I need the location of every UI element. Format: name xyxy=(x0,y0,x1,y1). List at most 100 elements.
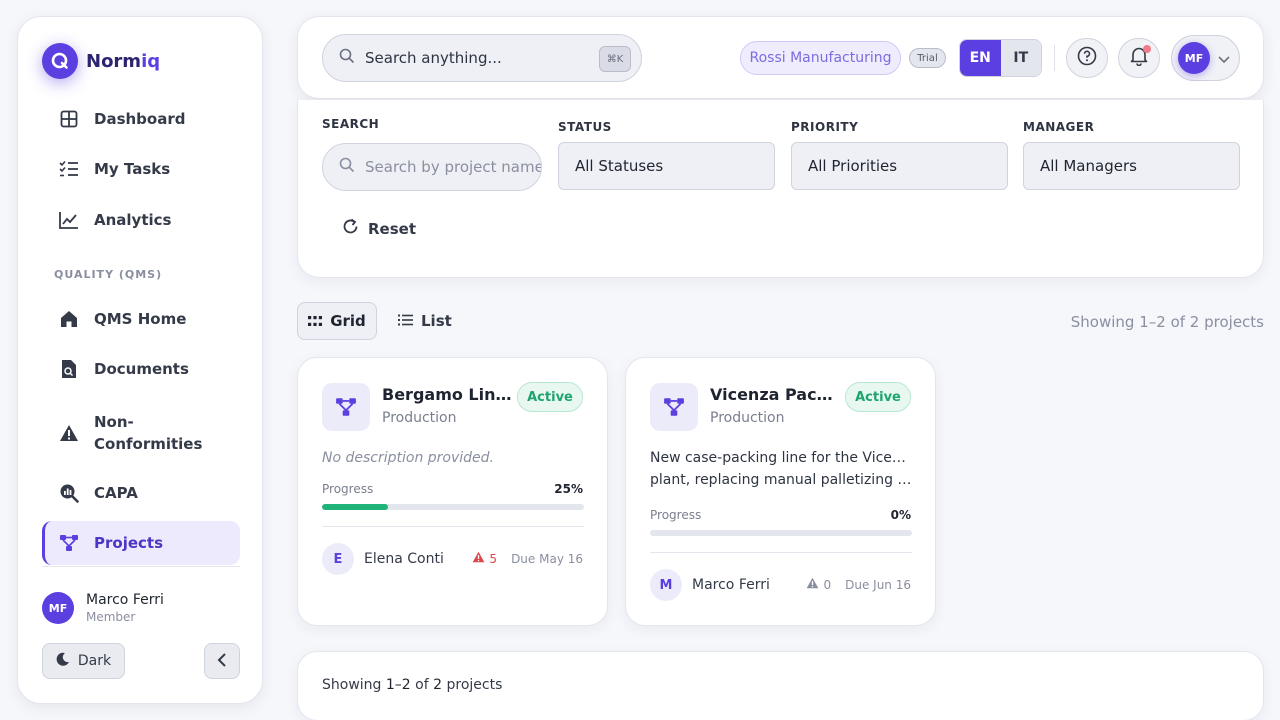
notification-dot xyxy=(1143,45,1151,53)
grid-icon xyxy=(58,108,80,130)
avatar: E xyxy=(322,543,354,575)
notifications-button[interactable] xyxy=(1118,38,1160,78)
lang-it-button[interactable]: IT xyxy=(1000,40,1041,76)
project-manager: E Elena Conti xyxy=(322,543,444,575)
collapse-sidebar-button[interactable] xyxy=(204,643,240,679)
divider xyxy=(42,566,240,567)
user-name: Marco Ferri xyxy=(86,592,164,608)
results-count: Showing 1–2 of 2 projects xyxy=(1070,313,1264,331)
divider xyxy=(322,526,584,527)
project-icon xyxy=(322,383,370,431)
avatar: MF xyxy=(42,592,74,624)
moon-icon xyxy=(56,652,70,670)
home-icon xyxy=(58,308,80,330)
project-description: No description provided. xyxy=(322,450,494,466)
sidebar-item-label: Analytics xyxy=(94,211,172,229)
user-profile[interactable]: MF Marco Ferri Member xyxy=(42,592,164,624)
chevron-left-icon xyxy=(217,652,227,671)
sidebar-item-my-tasks[interactable]: My Tasks xyxy=(42,147,240,191)
help-button[interactable] xyxy=(1066,38,1108,78)
project-icon xyxy=(58,532,80,554)
due-date: Due May 16 xyxy=(511,551,583,566)
priority-filter-label: PRIORITY xyxy=(791,120,859,134)
top-bar: Search anything... ⌘K Rossi Manufacturin… xyxy=(297,16,1264,99)
priority-select[interactable]: All Priorities xyxy=(791,142,1008,190)
avatar: M xyxy=(650,569,682,601)
progress-label: Progress xyxy=(650,508,702,522)
global-search-input[interactable]: Search anything... ⌘K xyxy=(322,34,642,82)
search-icon xyxy=(339,48,355,68)
search-filter-label: SEARCH xyxy=(322,117,380,131)
user-role: Member xyxy=(86,610,136,624)
sidebar-item-label: QMS Home xyxy=(94,310,187,328)
organization-chip[interactable]: Rossi Manufacturing xyxy=(740,41,901,75)
issue-count: 0 xyxy=(823,577,832,592)
pagination-summary: Showing 1–2 of 2 projects xyxy=(322,677,503,693)
reset-filters-button[interactable]: Reset xyxy=(342,218,416,239)
sidebar-item-label: My Tasks xyxy=(94,160,171,178)
project-card[interactable]: Vicenza Packa... Production Active New c… xyxy=(625,357,936,626)
project-search-input[interactable]: Search by project name xyxy=(322,143,542,191)
brand-name: Normiq xyxy=(86,50,161,72)
project-icon xyxy=(650,383,698,431)
manager-filter-label: MANAGER xyxy=(1023,120,1095,134)
lang-en-button[interactable]: EN xyxy=(960,40,1001,76)
grid-view-button[interactable]: Grid xyxy=(297,302,377,340)
search-placeholder: Search by project name xyxy=(365,158,542,176)
manager-select[interactable]: All Managers xyxy=(1023,142,1240,190)
checklist-icon xyxy=(58,158,80,180)
search-chart-icon xyxy=(58,482,80,504)
sidebar-item-non-conformities[interactable]: Non- Conformities xyxy=(42,409,240,457)
section-label-qms: QUALITY (QMS) xyxy=(54,268,163,281)
plan-badge: Trial xyxy=(909,48,946,68)
chevron-down-icon xyxy=(1218,49,1230,68)
status-select[interactable]: All Statuses xyxy=(558,142,775,190)
manager-name: Elena Conti xyxy=(364,551,444,567)
sidebar-item-label: Dashboard xyxy=(94,110,186,128)
project-category: Production xyxy=(382,410,457,426)
warning-icon xyxy=(472,551,485,566)
dark-mode-button[interactable]: Dark xyxy=(42,643,125,679)
list-view-button[interactable]: List xyxy=(398,302,452,340)
sidebar-item-label: Projects xyxy=(94,534,164,552)
project-meta: 0 Due Jun 16 xyxy=(806,577,911,592)
sidebar-item-documents[interactable]: Documents xyxy=(42,347,240,391)
progress-bar xyxy=(650,530,912,536)
progress-bar xyxy=(322,504,584,510)
status-filter-label: STATUS xyxy=(558,120,612,134)
grid-view-label: Grid xyxy=(330,312,366,330)
sidebar: Normiq Dashboard My Tasks Analytics QUAL… xyxy=(17,16,263,704)
search-icon xyxy=(339,157,355,177)
divider xyxy=(1054,45,1055,71)
filter-panel: SEARCH Search by project name STATUS All… xyxy=(297,100,1264,278)
divider xyxy=(650,552,912,553)
help-icon xyxy=(1077,46,1097,70)
project-title[interactable]: Bergamo Line ... xyxy=(382,385,512,404)
refresh-icon xyxy=(342,218,359,239)
warning-icon xyxy=(58,422,80,444)
profile-menu-button[interactable]: MF xyxy=(1171,35,1240,81)
sidebar-item-capa[interactable]: CAPA xyxy=(42,471,240,515)
project-description: New case-packing line for the Vicenza pla… xyxy=(650,450,912,488)
language-switcher: EN IT xyxy=(959,39,1042,77)
progress-fill xyxy=(322,504,388,510)
project-title[interactable]: Vicenza Packa... xyxy=(710,385,840,404)
issue-count: 5 xyxy=(489,551,498,566)
manager-name: Marco Ferri xyxy=(692,577,770,593)
logo-icon xyxy=(42,43,78,79)
sidebar-item-label: Non- Conformities xyxy=(94,413,203,453)
brand[interactable]: Normiq xyxy=(42,43,160,79)
status-badge: Active xyxy=(845,382,911,412)
warning-icon xyxy=(806,577,819,592)
sidebar-item-dashboard[interactable]: Dashboard xyxy=(42,97,240,141)
search-placeholder: Search anything... xyxy=(365,49,502,67)
sidebar-item-analytics[interactable]: Analytics xyxy=(42,198,240,242)
progress-value: 25% xyxy=(554,482,583,496)
sidebar-item-projects[interactable]: Projects xyxy=(42,521,240,565)
dark-mode-label: Dark xyxy=(77,653,112,669)
document-icon xyxy=(58,358,80,380)
sidebar-item-qms-home[interactable]: QMS Home xyxy=(42,297,240,341)
project-meta: 5 Due May 16 xyxy=(472,551,583,566)
project-card[interactable]: Bergamo Line ... Production Active No de… xyxy=(297,357,608,626)
line-chart-icon xyxy=(58,209,80,231)
